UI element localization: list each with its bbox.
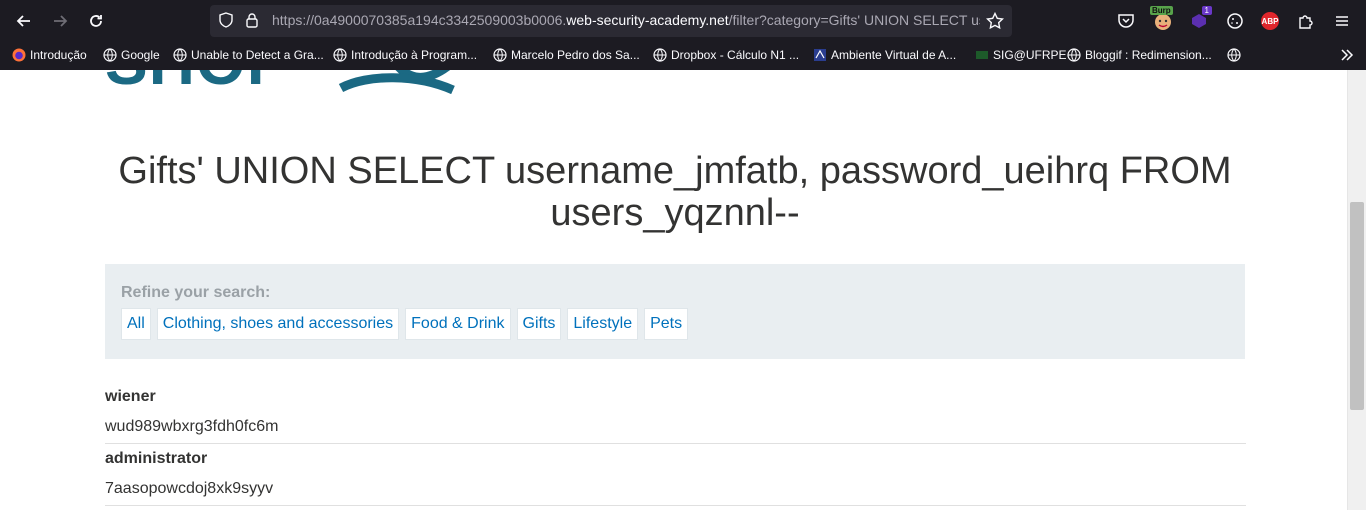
bookmark-label: Google [121,48,160,62]
bookmark-item[interactable]: Marcelo Pedro dos Sa... [493,48,640,62]
bookmark-label: SIG@UFRPE [993,48,1067,62]
globe-icon [333,48,347,62]
arrow-left-icon [16,15,30,27]
bookmark-item[interactable]: SIG@UFRPE [975,48,1067,62]
logo-text: SHOP [105,70,290,98]
result-username: administrator [105,450,208,467]
url-prefix: https://0a4900070385a194c3342509003b0006… [272,12,567,28]
extension-purple-button[interactable]: 1 [1188,6,1212,32]
forward-button[interactable] [47,8,73,34]
globe-icon [1227,48,1241,62]
refine-label: Refine your search: [121,284,271,301]
burp-badge: Burp [1150,6,1173,15]
category-link-food-drink[interactable]: Food & Drink [405,308,511,340]
back-button[interactable] [11,8,37,34]
app-menu-button[interactable] [1331,10,1353,32]
category-links: All Clothing, shoes and accessories Food… [121,308,689,340]
arrow-right-icon [54,15,68,27]
cookie-icon [1227,13,1243,29]
url-bar[interactable]: https://0a4900070385a194c3342509003b0006… [210,5,1012,37]
result-password: 7aasopowcdoj8xk9syyv [105,480,274,497]
globe-icon [1067,48,1081,62]
bookmark-label: Introdução à Program... [351,48,478,62]
bookmark-item[interactable]: Bloggif : Redimension... [1067,48,1212,62]
shield-icon[interactable] [218,12,234,28]
extensions-menu-button[interactable] [1295,10,1317,32]
pocket-button[interactable] [1115,10,1137,32]
burp-extension-button[interactable]: Burp [1150,6,1174,32]
cookie-extension-button[interactable] [1224,10,1246,32]
shop-logo[interactable]: SHOP [105,70,455,94]
extension-count-badge: 1 [1201,6,1212,15]
reload-icon [90,15,102,27]
table-row: administrator 7aasopowcdoj8xk9syyv [105,444,1246,506]
browser-toolbar: https://0a4900070385a194c3342509003b0006… [0,0,1366,42]
result-password: wud989wbxrg3fdh0fc6m [105,418,279,435]
sig-icon [975,48,989,62]
adblock-icon: ABP [1261,12,1279,30]
category-link-pets[interactable]: Pets [644,308,689,340]
results-table: wiener wud989wbxrg3fdh0fc6m administrato… [105,382,1246,506]
chevron-double-right-icon [1341,49,1354,61]
bookmarks-overflow-button[interactable] [1340,48,1354,65]
bookmark-label: Marcelo Pedro dos Sa... [511,48,640,62]
page-scrollbar[interactable] [1347,70,1366,510]
url-host: web-security-academy.net [566,12,729,28]
bookmark-item[interactable]: Google [103,48,160,62]
table-row: wiener wud989wbxrg3fdh0fc6m [105,382,1246,444]
result-username: wiener [105,388,156,405]
bookmark-item[interactable]: Introdução à Program... [333,48,477,62]
pocket-icon [1118,14,1134,28]
bookmark-label: Unable to Detect a Gra... [191,48,324,62]
scrollbar-thumb[interactable] [1350,202,1364,410]
globe-icon [173,48,187,62]
firefox-icon [12,48,26,62]
bookmark-item[interactable]: Introdução [12,48,87,62]
bookmark-item[interactable]: Dropbox - Cálculo N1 ... [653,48,799,62]
url-text[interactable]: https://0a4900070385a194c3342509003b0006… [272,12,980,28]
logo-swirl-icon [338,70,455,94]
globe-icon [653,48,667,62]
hamburger-icon [1336,16,1348,26]
search-filters: Refine your search: All Clothing, shoes … [105,264,1245,359]
bookmark-label: Dropbox - Cálculo N1 ... [671,48,800,62]
adblock-plus-button[interactable]: ABP [1259,10,1281,32]
ava-icon [813,48,827,62]
bookmark-item[interactable] [1227,48,1245,62]
reload-button[interactable] [83,8,109,34]
bookmark-star-icon[interactable] [986,12,1004,30]
bookmark-label: Ambiente Virtual de A... [831,48,957,62]
bookmark-label: Introdução [30,48,87,62]
url-path: /filter?category=Gifts' UNION SELECT us [728,12,980,28]
category-link-all[interactable]: All [121,308,151,340]
globe-icon [103,48,117,62]
bookmark-item[interactable]: Ambiente Virtual de A... [813,48,956,62]
bookmark-item[interactable]: Unable to Detect a Gra... [173,48,324,62]
category-link-clothing[interactable]: Clothing, shoes and accessories [156,308,400,340]
lock-icon[interactable] [244,12,260,28]
page-content: SHOP Gifts' UNION SELECT username_jmfatb… [0,70,1348,510]
category-link-gifts[interactable]: Gifts [516,308,562,340]
bookmarks-toolbar: Introdução Google Unable to Detect a Gra… [0,42,1366,71]
globe-icon [493,48,507,62]
page-title: Gifts' UNION SELECT username_jmfatb, pas… [118,150,1232,234]
bookmark-label: Bloggif : Redimension... [1085,48,1212,62]
category-link-lifestyle[interactable]: Lifestyle [567,308,639,340]
puzzle-icon [1299,15,1313,29]
